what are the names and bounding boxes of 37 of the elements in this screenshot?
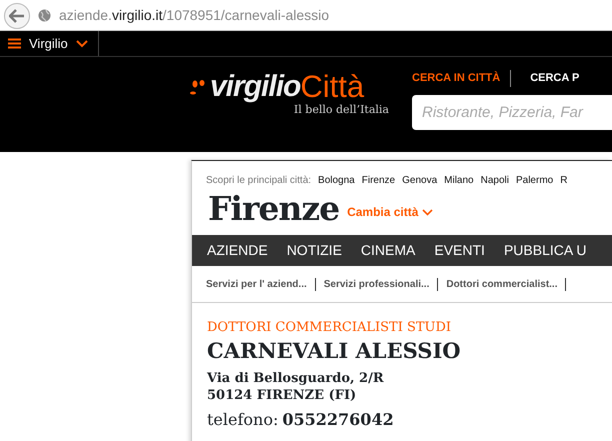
nav-link[interactable]: EVENTI	[434, 240, 485, 261]
nav-link[interactable]: PUBBLICA U	[504, 240, 586, 261]
address-line: 50124 FIRENZE (FI)	[207, 388, 358, 404]
address-bar-url[interactable]: aziende.virgilio.it/1078951/carnevali-alessio	[59, 4, 330, 26]
address-line: Via di Bellosguardo, 2/R	[207, 370, 385, 388]
logo-text[interactable]: Città	[300, 71, 364, 102]
breadcrumb-link[interactable]: Dottori commercialist...	[446, 277, 558, 292]
city-link[interactable]: Palermo	[516, 173, 554, 188]
globe-icon	[38, 8, 51, 22]
back-arrow-icon[interactable]	[9, 9, 25, 23]
city-list-label: Scopri le principali città:	[206, 174, 312, 188]
nav-link[interactable]: NOTIZIE	[286, 240, 342, 261]
breadcrumb-link[interactable]: Servizi professionali...	[324, 277, 430, 292]
business-name: CARNEVALI ALESSIO	[207, 338, 462, 363]
phone-number: 0552276042	[282, 409, 394, 432]
phone-label: telefono:	[207, 409, 278, 432]
tagline: Il bello dell’Italia	[292, 102, 389, 118]
search-tab[interactable]: CERCA P	[510, 70, 580, 86]
business-category: DOTTORI COMMERCIALISTI STUDI	[207, 319, 452, 337]
city-link[interactable]: R	[560, 173, 568, 188]
back-button[interactable]	[4, 3, 30, 29]
city-link[interactable]: Napoli	[480, 173, 509, 188]
nav-link[interactable]: AZIENDE	[207, 240, 268, 261]
city-link[interactable]: Milano	[444, 173, 474, 188]
chevron-down-icon[interactable]	[76, 40, 88, 48]
city-link[interactable]: Bologna	[318, 173, 355, 188]
menu-label[interactable]: Virgilio	[29, 34, 68, 54]
city-link[interactable]: Firenze	[362, 173, 396, 188]
logo-text[interactable]: virgilio	[210, 72, 300, 102]
city-link[interactable]: Genova	[402, 173, 438, 188]
chevron-down-icon[interactable]	[422, 209, 434, 216]
nav-link[interactable]: CINEMA	[360, 240, 416, 261]
breadcrumb-link[interactable]: Servizi per l' aziend...	[206, 277, 307, 292]
city-title: Firenze	[208, 192, 340, 225]
menu-icon[interactable]	[8, 38, 21, 49]
search-field[interactable]: Ristorante, Pizzeria, Far	[412, 94, 612, 130]
search-tab[interactable]: CERCA IN CITTÀ	[412, 70, 500, 86]
